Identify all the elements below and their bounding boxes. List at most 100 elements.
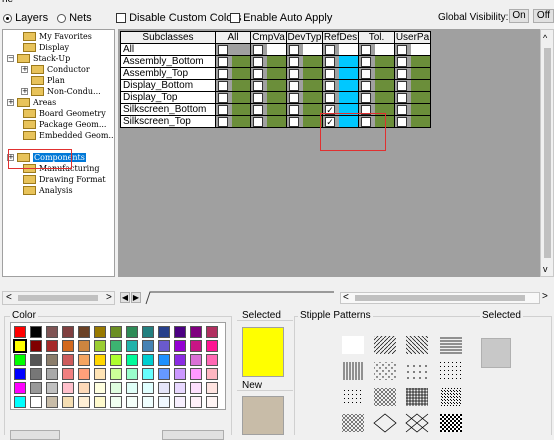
visibility-checkbox[interactable] (253, 69, 263, 79)
scroll-thumb[interactable] (18, 295, 98, 301)
color-swatch[interactable] (206, 368, 218, 380)
subclass-name-cell[interactable]: All (120, 43, 216, 56)
color-swatch[interactable] (174, 326, 186, 338)
color-swatch[interactable] (78, 382, 90, 394)
visibility-cell[interactable] (322, 55, 359, 68)
visibility-checkbox[interactable] (218, 105, 228, 115)
col-header[interactable]: CmpVa (250, 31, 287, 44)
visibility-cell[interactable] (286, 115, 323, 128)
visibility-cell[interactable] (250, 103, 287, 116)
color-swatch[interactable] (142, 326, 154, 338)
collapse-icon[interactable]: − (7, 55, 14, 62)
color-swatch[interactable] (78, 354, 90, 366)
color-swatch[interactable] (30, 396, 42, 408)
color-swatch[interactable] (206, 382, 218, 394)
visibility-cell[interactable] (250, 67, 287, 80)
visibility-checkbox[interactable] (289, 57, 299, 67)
color-swatch[interactable] (142, 354, 154, 366)
color-swatch[interactable] (303, 92, 322, 103)
color-swatch[interactable] (14, 396, 26, 408)
color-swatch[interactable] (267, 80, 286, 91)
color-swatch[interactable] (303, 56, 322, 67)
visibility-cell[interactable] (250, 91, 287, 104)
visibility-cell[interactable] (286, 55, 323, 68)
tree-item-analysis[interactable]: Analysis (23, 185, 73, 196)
color-swatch[interactable] (94, 396, 106, 408)
color-swatch[interactable] (190, 368, 202, 380)
col-header[interactable]: Subclasses (120, 31, 216, 44)
color-swatch[interactable] (206, 354, 218, 366)
stipple-pattern[interactable] (342, 414, 364, 432)
visibility-checkbox[interactable] (397, 45, 407, 55)
color-swatch[interactable] (30, 354, 42, 366)
disable-custom-colors-checkbox[interactable]: Disable Custom Colors (116, 12, 242, 24)
color-swatch[interactable] (375, 44, 394, 55)
color-swatch[interactable] (78, 368, 90, 380)
tree-item-stack-up[interactable]: − Stack-Up (7, 53, 70, 64)
color-swatch[interactable] (190, 354, 202, 366)
color-swatch[interactable] (411, 44, 430, 55)
visibility-checkbox[interactable] (253, 57, 263, 67)
visibility-cell[interactable] (394, 91, 431, 104)
visibility-checkbox[interactable] (361, 69, 371, 79)
visibility-checkbox[interactable] (397, 117, 407, 127)
visibility-checkbox[interactable] (289, 105, 299, 115)
color-swatch[interactable] (206, 396, 218, 408)
scroll-left-icon[interactable]: < (6, 292, 12, 303)
color-swatch[interactable] (126, 354, 138, 366)
color-swatch[interactable] (158, 340, 170, 352)
visibility-checkbox[interactable] (397, 57, 407, 67)
stipple-pattern[interactable] (374, 336, 396, 354)
color-swatch[interactable] (411, 56, 430, 67)
col-header[interactable]: DevTyp (286, 31, 323, 44)
stipple-pattern[interactable] (406, 388, 428, 406)
tab-scroll-left-icon[interactable]: ◀ (120, 292, 130, 303)
visibility-cell[interactable] (250, 79, 287, 92)
visibility-cell[interactable] (322, 67, 359, 80)
color-swatch[interactable] (158, 354, 170, 366)
tab-scroll-right-icon[interactable]: ▶ (131, 292, 141, 303)
visibility-cell[interactable] (322, 91, 359, 104)
color-swatch[interactable] (232, 80, 250, 91)
color-swatch[interactable] (232, 116, 250, 127)
color-swatch[interactable] (62, 354, 74, 366)
color-swatch[interactable] (30, 326, 42, 338)
visibility-cell[interactable] (394, 43, 431, 56)
visibility-cell[interactable] (358, 67, 395, 80)
color-swatch[interactable] (142, 368, 154, 380)
color-swatch[interactable] (206, 326, 218, 338)
color-swatch[interactable] (62, 382, 74, 394)
scroll-up-icon[interactable]: ^ (543, 33, 547, 43)
color-swatch[interactable] (62, 396, 74, 408)
stipple-pattern[interactable] (440, 388, 462, 406)
color-swatch[interactable] (110, 368, 122, 380)
visibility-cell[interactable] (250, 43, 287, 56)
color-swatch[interactable] (94, 382, 106, 394)
color-swatch[interactable] (411, 80, 430, 91)
color-swatch[interactable] (158, 368, 170, 380)
visibility-cell[interactable] (394, 103, 431, 116)
expand-icon[interactable]: + (7, 99, 14, 106)
color-swatch[interactable] (13, 339, 27, 353)
color-swatch[interactable] (303, 68, 322, 79)
color-swatch[interactable] (94, 340, 106, 352)
color-swatch[interactable] (158, 396, 170, 408)
color-swatch[interactable] (142, 340, 154, 352)
color-swatch[interactable] (232, 104, 250, 115)
color-swatch[interactable] (94, 326, 106, 338)
color-swatch[interactable] (142, 396, 154, 408)
stipple-pattern[interactable] (405, 413, 429, 433)
color-swatch[interactable] (110, 340, 122, 352)
color-swatch[interactable] (174, 396, 186, 408)
color-swatch[interactable] (94, 368, 106, 380)
visibility-checkbox[interactable] (253, 93, 263, 103)
stipple-pattern[interactable] (440, 336, 462, 354)
color-swatch[interactable] (78, 340, 90, 352)
color-swatch[interactable] (339, 92, 358, 103)
color-button-right[interactable] (162, 430, 224, 440)
stipple-pattern[interactable] (342, 362, 364, 380)
stipple-pattern[interactable] (406, 362, 428, 380)
color-swatch[interactable] (267, 68, 286, 79)
scroll-right-icon[interactable]: > (106, 292, 112, 303)
color-swatch[interactable] (190, 382, 202, 394)
